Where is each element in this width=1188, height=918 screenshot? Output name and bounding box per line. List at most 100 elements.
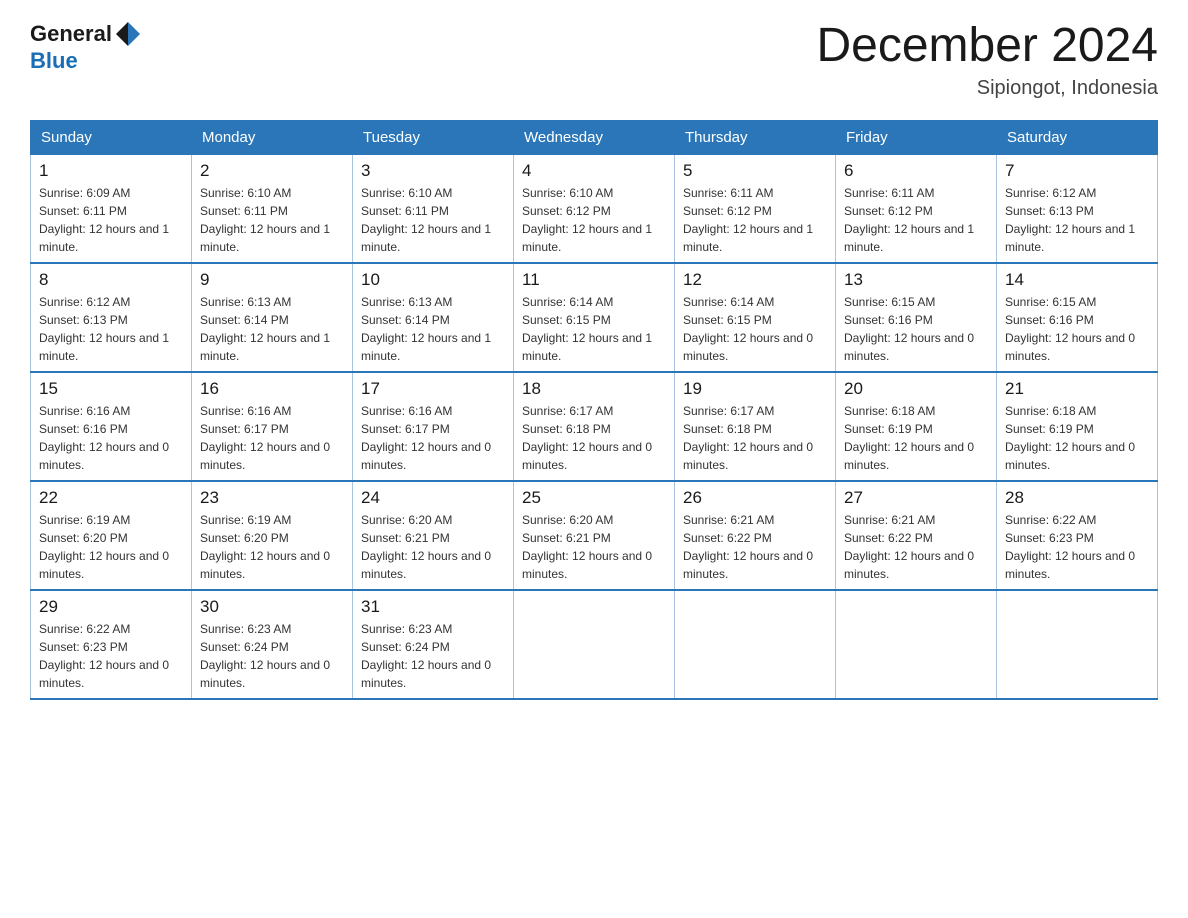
day-number: 27 xyxy=(844,488,988,508)
day-number: 15 xyxy=(39,379,183,399)
day-info: Sunrise: 6:16 AMSunset: 6:17 PMDaylight:… xyxy=(200,404,330,472)
day-info: Sunrise: 6:19 AMSunset: 6:20 PMDaylight:… xyxy=(200,513,330,581)
weekday-header-tuesday: Tuesday xyxy=(353,120,514,154)
calendar-day-cell: 27 Sunrise: 6:21 AMSunset: 6:22 PMDaylig… xyxy=(836,481,997,590)
calendar-day-cell: 18 Sunrise: 6:17 AMSunset: 6:18 PMDaylig… xyxy=(514,372,675,481)
calendar-day-cell: 12 Sunrise: 6:14 AMSunset: 6:15 PMDaylig… xyxy=(675,263,836,372)
calendar-day-cell: 30 Sunrise: 6:23 AMSunset: 6:24 PMDaylig… xyxy=(192,590,353,699)
day-number: 12 xyxy=(683,270,827,290)
day-number: 9 xyxy=(200,270,344,290)
day-number: 23 xyxy=(200,488,344,508)
day-info: Sunrise: 6:21 AMSunset: 6:22 PMDaylight:… xyxy=(683,513,813,581)
day-info: Sunrise: 6:23 AMSunset: 6:24 PMDaylight:… xyxy=(200,622,330,690)
day-info: Sunrise: 6:09 AMSunset: 6:11 PMDaylight:… xyxy=(39,186,169,254)
day-number: 1 xyxy=(39,161,183,181)
day-number: 25 xyxy=(522,488,666,508)
day-info: Sunrise: 6:18 AMSunset: 6:19 PMDaylight:… xyxy=(844,404,974,472)
day-number: 5 xyxy=(683,161,827,181)
day-info: Sunrise: 6:12 AMSunset: 6:13 PMDaylight:… xyxy=(39,295,169,363)
calendar-day-cell: 3 Sunrise: 6:10 AMSunset: 6:11 PMDayligh… xyxy=(353,154,514,263)
calendar-title: December 2024 xyxy=(816,20,1158,73)
calendar-day-cell xyxy=(997,590,1158,699)
day-number: 13 xyxy=(844,270,988,290)
calendar-day-cell: 9 Sunrise: 6:13 AMSunset: 6:14 PMDayligh… xyxy=(192,263,353,372)
calendar-week-row: 8 Sunrise: 6:12 AMSunset: 6:13 PMDayligh… xyxy=(31,263,1158,372)
day-info: Sunrise: 6:15 AMSunset: 6:16 PMDaylight:… xyxy=(844,295,974,363)
calendar-day-cell: 28 Sunrise: 6:22 AMSunset: 6:23 PMDaylig… xyxy=(997,481,1158,590)
day-number: 24 xyxy=(361,488,505,508)
day-info: Sunrise: 6:17 AMSunset: 6:18 PMDaylight:… xyxy=(683,404,813,472)
day-info: Sunrise: 6:13 AMSunset: 6:14 PMDaylight:… xyxy=(361,295,491,363)
calendar-day-cell: 20 Sunrise: 6:18 AMSunset: 6:19 PMDaylig… xyxy=(836,372,997,481)
calendar-day-cell xyxy=(514,590,675,699)
day-number: 16 xyxy=(200,379,344,399)
calendar-day-cell: 25 Sunrise: 6:20 AMSunset: 6:21 PMDaylig… xyxy=(514,481,675,590)
day-number: 6 xyxy=(844,161,988,181)
calendar-day-cell: 10 Sunrise: 6:13 AMSunset: 6:14 PMDaylig… xyxy=(353,263,514,372)
calendar-day-cell: 1 Sunrise: 6:09 AMSunset: 6:11 PMDayligh… xyxy=(31,154,192,263)
day-number: 11 xyxy=(522,270,666,290)
day-number: 7 xyxy=(1005,161,1149,181)
calendar-day-cell: 22 Sunrise: 6:19 AMSunset: 6:20 PMDaylig… xyxy=(31,481,192,590)
weekday-header-sunday: Sunday xyxy=(31,120,192,154)
day-number: 21 xyxy=(1005,379,1149,399)
day-number: 29 xyxy=(39,597,183,617)
weekday-header-monday: Monday xyxy=(192,120,353,154)
calendar-day-cell: 29 Sunrise: 6:22 AMSunset: 6:23 PMDaylig… xyxy=(31,590,192,699)
calendar-day-cell: 16 Sunrise: 6:16 AMSunset: 6:17 PMDaylig… xyxy=(192,372,353,481)
calendar-day-cell xyxy=(836,590,997,699)
day-number: 8 xyxy=(39,270,183,290)
day-info: Sunrise: 6:20 AMSunset: 6:21 PMDaylight:… xyxy=(361,513,491,581)
calendar-day-cell: 7 Sunrise: 6:12 AMSunset: 6:13 PMDayligh… xyxy=(997,154,1158,263)
day-number: 31 xyxy=(361,597,505,617)
calendar-day-cell: 13 Sunrise: 6:15 AMSunset: 6:16 PMDaylig… xyxy=(836,263,997,372)
day-info: Sunrise: 6:22 AMSunset: 6:23 PMDaylight:… xyxy=(39,622,169,690)
calendar-table: SundayMondayTuesdayWednesdayThursdayFrid… xyxy=(30,120,1158,700)
day-info: Sunrise: 6:18 AMSunset: 6:19 PMDaylight:… xyxy=(1005,404,1135,472)
calendar-week-row: 15 Sunrise: 6:16 AMSunset: 6:16 PMDaylig… xyxy=(31,372,1158,481)
day-info: Sunrise: 6:23 AMSunset: 6:24 PMDaylight:… xyxy=(361,622,491,690)
day-number: 28 xyxy=(1005,488,1149,508)
calendar-day-cell: 6 Sunrise: 6:11 AMSunset: 6:12 PMDayligh… xyxy=(836,154,997,263)
day-info: Sunrise: 6:14 AMSunset: 6:15 PMDaylight:… xyxy=(522,295,652,363)
calendar-day-cell: 11 Sunrise: 6:14 AMSunset: 6:15 PMDaylig… xyxy=(514,263,675,372)
day-info: Sunrise: 6:10 AMSunset: 6:11 PMDaylight:… xyxy=(200,186,330,254)
day-number: 18 xyxy=(522,379,666,399)
day-info: Sunrise: 6:19 AMSunset: 6:20 PMDaylight:… xyxy=(39,513,169,581)
weekday-header-saturday: Saturday xyxy=(997,120,1158,154)
logo-general-text: General xyxy=(30,21,112,47)
logo-blue-text: Blue xyxy=(30,48,78,73)
header: General Blue December 2024 Sipiongot, In… xyxy=(30,20,1158,100)
calendar-day-cell: 5 Sunrise: 6:11 AMSunset: 6:12 PMDayligh… xyxy=(675,154,836,263)
day-info: Sunrise: 6:10 AMSunset: 6:12 PMDaylight:… xyxy=(522,186,652,254)
day-number: 26 xyxy=(683,488,827,508)
day-info: Sunrise: 6:14 AMSunset: 6:15 PMDaylight:… xyxy=(683,295,813,363)
day-info: Sunrise: 6:17 AMSunset: 6:18 PMDaylight:… xyxy=(522,404,652,472)
day-info: Sunrise: 6:16 AMSunset: 6:16 PMDaylight:… xyxy=(39,404,169,472)
calendar-week-row: 22 Sunrise: 6:19 AMSunset: 6:20 PMDaylig… xyxy=(31,481,1158,590)
calendar-day-cell: 14 Sunrise: 6:15 AMSunset: 6:16 PMDaylig… xyxy=(997,263,1158,372)
day-number: 20 xyxy=(844,379,988,399)
day-info: Sunrise: 6:16 AMSunset: 6:17 PMDaylight:… xyxy=(361,404,491,472)
calendar-day-cell: 17 Sunrise: 6:16 AMSunset: 6:17 PMDaylig… xyxy=(353,372,514,481)
day-number: 4 xyxy=(522,161,666,181)
calendar-day-cell: 26 Sunrise: 6:21 AMSunset: 6:22 PMDaylig… xyxy=(675,481,836,590)
day-info: Sunrise: 6:15 AMSunset: 6:16 PMDaylight:… xyxy=(1005,295,1135,363)
weekday-header-friday: Friday xyxy=(836,120,997,154)
day-info: Sunrise: 6:22 AMSunset: 6:23 PMDaylight:… xyxy=(1005,513,1135,581)
day-number: 3 xyxy=(361,161,505,181)
calendar-day-cell: 21 Sunrise: 6:18 AMSunset: 6:19 PMDaylig… xyxy=(997,372,1158,481)
calendar-week-row: 1 Sunrise: 6:09 AMSunset: 6:11 PMDayligh… xyxy=(31,154,1158,263)
logo: General Blue xyxy=(30,20,142,74)
weekday-header-wednesday: Wednesday xyxy=(514,120,675,154)
calendar-week-row: 29 Sunrise: 6:22 AMSunset: 6:23 PMDaylig… xyxy=(31,590,1158,699)
day-number: 19 xyxy=(683,379,827,399)
calendar-day-cell: 31 Sunrise: 6:23 AMSunset: 6:24 PMDaylig… xyxy=(353,590,514,699)
calendar-day-cell: 4 Sunrise: 6:10 AMSunset: 6:12 PMDayligh… xyxy=(514,154,675,263)
day-info: Sunrise: 6:20 AMSunset: 6:21 PMDaylight:… xyxy=(522,513,652,581)
calendar-day-cell: 24 Sunrise: 6:20 AMSunset: 6:21 PMDaylig… xyxy=(353,481,514,590)
calendar-day-cell: 2 Sunrise: 6:10 AMSunset: 6:11 PMDayligh… xyxy=(192,154,353,263)
logo-flag-icon xyxy=(114,20,142,48)
day-number: 17 xyxy=(361,379,505,399)
day-number: 30 xyxy=(200,597,344,617)
